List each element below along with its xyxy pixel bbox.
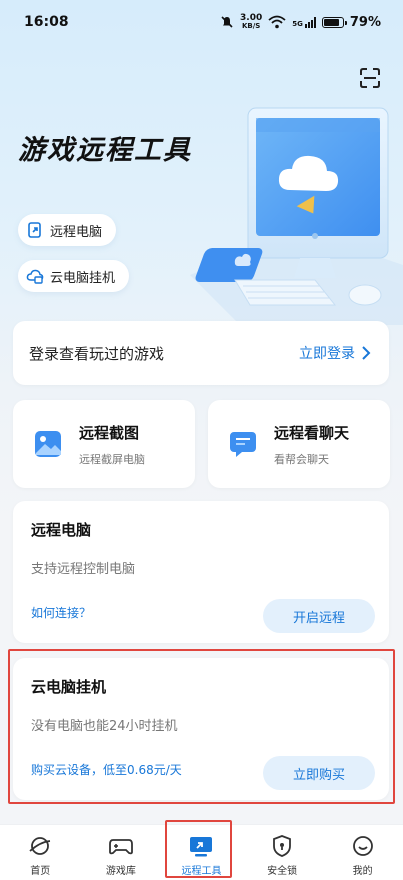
signal-icon: 5G — [292, 16, 316, 28]
cloud-pc-card: 云电脑挂机 没有电脑也能24小时挂机 购买云设备，低至0.68元/天 立即购买 — [13, 658, 389, 800]
feature-title: 远程截图 — [79, 423, 140, 442]
status-time: 16:08 — [24, 14, 69, 30]
cloud-pc-pill-label: 云电脑挂机 — [50, 270, 116, 286]
remote-screenshot-card[interactable]: 远程截图 远程截屏电脑 — [13, 400, 195, 488]
remote-pc-pill[interactable]: 远程电脑 — [18, 214, 117, 246]
status-bar: 16:08 3.00 KB/S 5G 79% — [0, 0, 403, 44]
scan-button[interactable] — [356, 64, 384, 92]
remote-pc-pill-label: 远程电脑 — [50, 224, 103, 240]
tab-game-library[interactable]: 游戏库 — [81, 825, 162, 880]
tab-label: 我的 — [352, 866, 373, 877]
login-link-label: 立即登录 — [299, 346, 355, 362]
chat-icon — [230, 432, 256, 457]
cloud-pc-subtitle: 没有电脑也能24小时挂机 — [31, 719, 178, 734]
tab-home[interactable]: 首页 — [0, 825, 81, 880]
scan-icon — [360, 68, 380, 88]
monitor-icon — [187, 832, 215, 860]
planet-icon — [26, 832, 54, 860]
chevron-right-icon — [362, 346, 371, 360]
smile-icon — [349, 832, 377, 860]
tab-label: 首页 — [30, 866, 51, 877]
feature-subtitle: 看帮会聊天 — [274, 452, 329, 466]
tab-label: 安全锁 — [267, 866, 298, 877]
computer-illustration — [190, 107, 403, 325]
cloud-pc-icon — [26, 267, 44, 285]
remote-pc-subtitle: 支持远程控制电脑 — [31, 562, 136, 577]
remote-pc-title: 远程电脑 — [31, 521, 92, 539]
login-prompt: 登录查看玩过的游戏 — [29, 344, 165, 363]
cloud-pc-pill[interactable]: 云电脑挂机 — [18, 260, 130, 292]
status-icons: 3.00 KB/S 5G 79% — [220, 14, 381, 30]
cloud-pc-title: 云电脑挂机 — [31, 678, 107, 696]
buy-cloud-device-link[interactable]: 购买云设备，低至0.68元/天 — [31, 761, 182, 778]
tab-security-lock[interactable]: 安全锁 — [242, 825, 323, 880]
bottom-tab-bar: 首页 游戏库 远程工具 安全锁 我的 — [0, 824, 403, 880]
wifi-icon — [268, 15, 286, 29]
battery-icon — [321, 16, 347, 28]
feature-title: 远程看聊天 — [274, 423, 350, 442]
tab-profile[interactable]: 我的 — [322, 825, 403, 880]
net-speed: 3.00 KB/S — [240, 13, 263, 30]
hero-title: 游戏远程工具 — [18, 135, 192, 166]
gamepad-icon — [107, 832, 135, 860]
feature-subtitle: 远程截屏电脑 — [79, 452, 145, 466]
battery-level: 79% — [349, 14, 381, 30]
login-card[interactable]: 登录查看玩过的游戏 立即登录 — [13, 321, 389, 385]
remote-pc-card: 远程电脑 支持远程控制电脑 如何连接？ 开启远程 — [13, 501, 389, 643]
login-link[interactable]: 立即登录 — [299, 343, 371, 363]
how-to-connect-link[interactable]: 如何连接？ — [31, 604, 91, 621]
buy-now-button[interactable]: 立即购买 — [263, 756, 375, 790]
shield-icon — [268, 832, 296, 860]
tab-label: 远程工具 — [181, 866, 222, 877]
remote-pc-icon — [26, 221, 44, 239]
tab-label: 游戏库 — [105, 866, 136, 877]
remote-chat-card[interactable]: 远程看聊天 看帮会聊天 — [208, 400, 390, 488]
tab-remote-tools[interactable]: 远程工具 — [161, 825, 242, 880]
mute-bell-icon — [221, 16, 233, 28]
image-icon — [35, 431, 61, 457]
start-remote-button[interactable]: 开启远程 — [263, 599, 375, 633]
